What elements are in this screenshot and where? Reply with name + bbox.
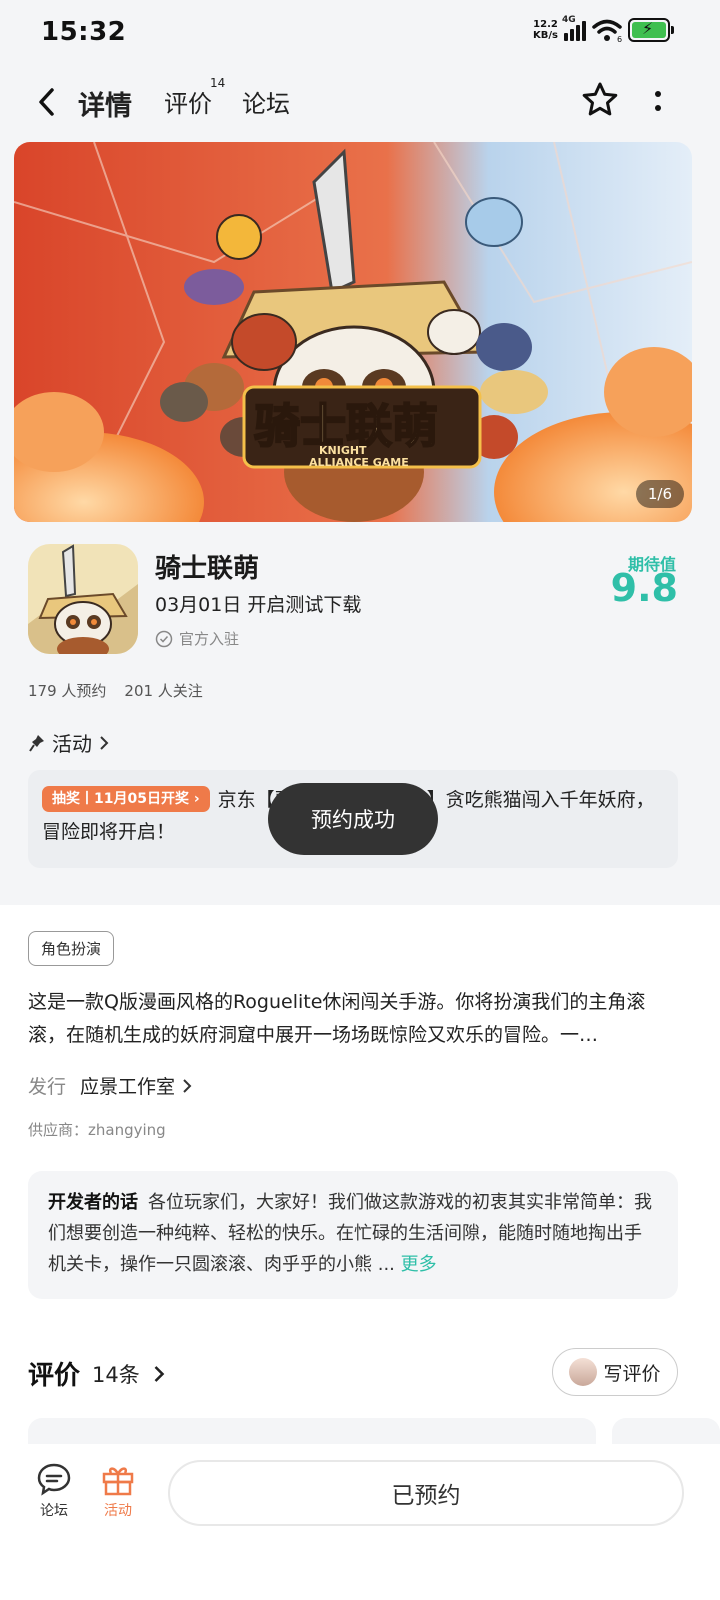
reservation-count: 179 人预约 bbox=[28, 682, 107, 700]
reviews-title: 评价 bbox=[28, 1361, 81, 1391]
supplier-info: 供应商：zhangying bbox=[28, 1121, 166, 1139]
developer-note-label: 开发者的话 bbox=[48, 1192, 138, 1213]
bottom-forum-button[interactable]: 论坛 bbox=[24, 1462, 84, 1520]
write-review-button[interactable]: 写评价 bbox=[552, 1348, 678, 1396]
status-icons: 12.2 KB/s 4G 6 ⚡ bbox=[533, 15, 674, 42]
developer-note-text: 各位玩家们，大家好！我们做这款游戏的初衷其实非常简单：我们想要创造一种纯粹、轻松… bbox=[48, 1192, 652, 1275]
expectation-score: 9.8 bbox=[610, 566, 678, 610]
reviews-count: 14条 bbox=[92, 1362, 140, 1387]
gift-icon bbox=[102, 1467, 134, 1496]
more-options-icon[interactable] bbox=[646, 84, 670, 118]
net-speed: 12.2 KB/s bbox=[533, 19, 558, 41]
reservation-success-toast: 预约成功 bbox=[268, 783, 438, 855]
back-arrow-icon[interactable] bbox=[32, 84, 62, 120]
activity-header[interactable]: 活动 bbox=[28, 728, 110, 757]
check-circle-icon bbox=[155, 630, 173, 647]
review-count-badge: 14 bbox=[210, 76, 226, 90]
forum-chat-icon bbox=[37, 1463, 71, 1496]
release-date: 03月01日 开启测试下载 bbox=[155, 594, 362, 616]
bottom-activity-button[interactable]: 活动 bbox=[88, 1462, 148, 1520]
tab-detail[interactable]: 详情 bbox=[74, 84, 136, 123]
status-time: 15:32 bbox=[41, 17, 127, 47]
game-name: 骑士联萌 bbox=[155, 554, 260, 584]
reserved-button[interactable]: 已预约 bbox=[168, 1460, 684, 1526]
svg-text:6: 6 bbox=[617, 35, 622, 42]
developer-note-card[interactable]: 开发者的话 各位玩家们，大家好！我们做这款游戏的初衷其实非常简单：我们想要创造一种… bbox=[28, 1171, 678, 1299]
publisher-label: 发行 bbox=[28, 1076, 67, 1098]
reviews-header[interactable]: 评价 14条 bbox=[28, 1355, 166, 1392]
chevron-right-icon bbox=[183, 1078, 192, 1093]
official-badge: 官方入驻 bbox=[155, 628, 239, 649]
game-app-icon[interactable] bbox=[28, 544, 138, 654]
tab-forum[interactable]: 论坛 bbox=[242, 84, 290, 119]
status-bar: 15:32 12.2 KB/s 4G 6 ⚡ bbox=[0, 0, 720, 68]
cell-signal-icon: 4G bbox=[562, 15, 586, 41]
genre-tag[interactable]: 角色扮演 bbox=[28, 931, 115, 966]
battery-icon: ⚡ bbox=[628, 18, 674, 42]
chevron-right-icon bbox=[100, 735, 109, 750]
wifi-icon: 6 bbox=[592, 19, 622, 42]
bottom-action-bar: 论坛 活动 已预约 bbox=[0, 1444, 720, 1600]
publisher-row[interactable]: 发行 应景工作室 bbox=[28, 1072, 193, 1099]
publisher-name: 应景工作室 bbox=[80, 1076, 176, 1098]
chevron-right-icon bbox=[154, 1365, 165, 1382]
svg-text:ALLIANCE GAME: ALLIANCE GAME bbox=[309, 456, 409, 469]
more-link[interactable]: 更多 bbox=[401, 1254, 437, 1275]
banner-artwork: 骑士联萌 KNIGHT ALLIANCE GAME bbox=[14, 142, 692, 522]
game-description[interactable]: 这是一款Q版漫画风格的Roguelite休闲闯关手游。你将扮演我们的主角滚滚，在… bbox=[28, 986, 683, 1052]
lottery-badge: 抽奖丨11月05日开奖 › bbox=[42, 786, 210, 812]
game-stats: 179 人预约 201 人关注 bbox=[28, 680, 203, 701]
banner-page-counter: 1/6 bbox=[635, 480, 684, 508]
game-banner[interactable]: 骑士联萌 KNIGHT ALLIANCE GAME 1/6 bbox=[14, 142, 692, 522]
tab-review[interactable]: 评价 14 bbox=[164, 76, 225, 119]
follower-count: 201 人关注 bbox=[124, 682, 203, 700]
favorite-star-icon[interactable] bbox=[580, 80, 620, 120]
user-avatar bbox=[569, 1358, 598, 1386]
pin-icon bbox=[29, 734, 44, 752]
nav-bar: 详情 评价 14 论坛 bbox=[0, 70, 720, 134]
charging-bolt-icon: ⚡ bbox=[642, 19, 654, 38]
